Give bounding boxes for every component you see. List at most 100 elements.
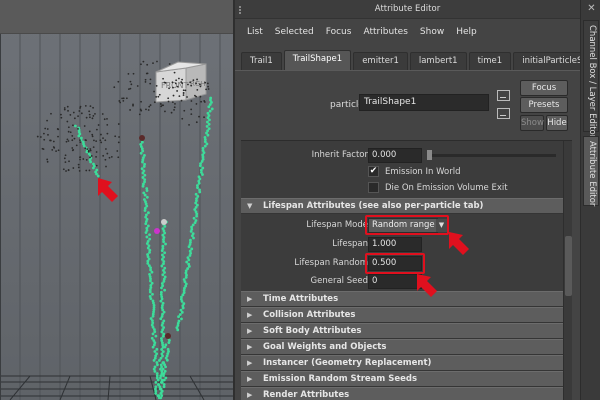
grip-handle-icon[interactable]	[239, 6, 247, 14]
tab-attribute-editor-label: Attribute Editor	[587, 141, 597, 207]
particle-dot	[206, 120, 209, 124]
particle-dot	[121, 97, 124, 100]
particle-dot	[87, 149, 90, 152]
red-pointer-arrow-random	[417, 274, 437, 297]
section-render-attributes[interactable]: ▶ Render Attributes	[241, 387, 563, 400]
particle-dot	[161, 367, 165, 371]
menu-selected[interactable]: Selected	[269, 27, 320, 37]
inherit-factor-slider[interactable]	[427, 150, 556, 160]
particle-dot	[187, 264, 191, 268]
section-soft-body-attributes[interactable]: ▶ Soft Body Attributes	[241, 323, 563, 339]
particle-dot	[53, 146, 56, 149]
particle-dot	[142, 165, 146, 168]
particle-dot	[144, 231, 148, 234]
node-name-row: particle: TrailShape1 Focus Presets Show…	[235, 70, 582, 136]
particle-dot	[95, 155, 97, 158]
general-seed-field[interactable]: 0	[368, 274, 422, 289]
close-icon[interactable]: ✕	[586, 4, 597, 15]
particle-dot	[154, 334, 158, 338]
3d-viewport[interactable]: FRONT RGH	[0, 0, 233, 400]
menu-show[interactable]: Show	[414, 27, 450, 37]
particle-dot	[72, 148, 75, 151]
side-tab-strip: ✕ Channel Box / Layer Editor Attribute E…	[580, 0, 600, 400]
tab-trail1[interactable]: Trail1	[241, 52, 282, 70]
particle-dot	[66, 105, 69, 108]
slider-knob[interactable]	[427, 150, 432, 160]
particle-dot	[82, 144, 86, 148]
particle-dot	[85, 150, 89, 154]
section-collision-attributes[interactable]: ▶ Collision Attributes	[241, 307, 563, 323]
particle-dot	[49, 139, 51, 142]
die-on-emission-checkbox[interactable]	[368, 182, 379, 193]
hide-button[interactable]: Hide	[546, 115, 568, 131]
tab-time1[interactable]: time1	[468, 52, 512, 70]
menu-help[interactable]: Help	[450, 27, 483, 37]
go-to-input-icon[interactable]	[497, 90, 510, 101]
particle-dot	[108, 156, 111, 159]
particle-dot	[170, 111, 173, 114]
section-emission-random-seeds[interactable]: ▶ Emission Random Stream Seeds	[241, 371, 563, 387]
particle-dot	[105, 165, 107, 168]
particle-dot	[129, 80, 132, 83]
lifespan-field[interactable]: 1.000	[368, 237, 422, 252]
particle-dot	[36, 135, 39, 138]
menu-list[interactable]: List	[241, 27, 269, 37]
tab-channel-box[interactable]: Channel Box / Layer Editor	[583, 20, 599, 138]
particle-dot	[192, 79, 195, 82]
section-label: Lifespan Attributes (see also per-partic…	[263, 201, 484, 211]
particle-dot	[43, 132, 45, 135]
particle-dot	[176, 90, 179, 92]
attribute-editor-titlebar[interactable]: Attribute Editor	[235, 0, 580, 19]
particle-dot	[177, 315, 180, 319]
inherit-factor-field[interactable]: 0.000	[368, 148, 422, 163]
vertical-scrollbar[interactable]	[563, 141, 572, 400]
particle-dot	[144, 222, 148, 226]
particle-dot	[65, 170, 67, 172]
menu-attributes[interactable]: Attributes	[357, 27, 413, 37]
particle-dot	[178, 313, 182, 316]
tab-emitter1[interactable]: emitter1	[353, 52, 408, 70]
tab-trailshape1[interactable]: TrailShape1	[283, 50, 352, 70]
particle-dot	[158, 376, 162, 380]
emission-in-world-checkbox[interactable]: ✔	[368, 166, 379, 177]
particle-dot	[192, 216, 196, 220]
particle-dot	[195, 121, 198, 124]
particle-dot	[158, 359, 161, 362]
presets-button[interactable]: Presets	[520, 97, 568, 113]
show-button[interactable]: Show	[520, 115, 544, 131]
particle-dot	[205, 125, 209, 128]
particle-dot	[203, 101, 206, 103]
particle-dot	[141, 160, 144, 164]
node-name-field[interactable]: TrailShape1	[359, 94, 489, 111]
particle-dot	[82, 158, 85, 160]
tab-lambert1[interactable]: lambert1	[409, 52, 467, 70]
particle-dot	[100, 133, 102, 136]
tab-attribute-editor[interactable]: Attribute Editor	[583, 136, 599, 206]
particle-dot	[207, 85, 209, 88]
section-instancer[interactable]: ▶ Instancer (Geometry Replacement)	[241, 355, 563, 371]
particle-dot	[195, 103, 198, 105]
particle-dot	[153, 330, 157, 334]
particle-dot	[208, 109, 212, 113]
particle-dot	[162, 240, 166, 244]
particle-dot	[89, 160, 93, 164]
section-goal-weights[interactable]: ▶ Goal Weights and Objects	[241, 339, 563, 355]
section-label: Instancer (Geometry Replacement)	[263, 358, 432, 368]
particle-dot	[85, 116, 88, 119]
particle-dot	[67, 126, 70, 129]
section-lifespan-attributes[interactable]: ▼ Lifespan Attributes (see also per-part…	[241, 198, 563, 214]
particle-dot	[180, 317, 183, 321]
attribute-scroll-area[interactable]: Inherit Factor 0.000 ✔ Emission In World…	[241, 140, 572, 400]
particle-dot	[92, 146, 95, 149]
particle-dot	[117, 141, 120, 144]
particle-dot	[97, 124, 100, 126]
go-to-output-icon[interactable]	[497, 108, 510, 119]
particle-dot	[85, 169, 88, 172]
menu-focus[interactable]: Focus	[320, 27, 358, 37]
scrollbar-thumb[interactable]	[565, 236, 572, 296]
focus-button[interactable]: Focus	[520, 80, 568, 96]
section-time-attributes[interactable]: ▶ Time Attributes	[241, 291, 563, 307]
particle-dot	[196, 186, 199, 190]
particle-dot	[75, 144, 78, 147]
particle-dot	[162, 374, 165, 378]
